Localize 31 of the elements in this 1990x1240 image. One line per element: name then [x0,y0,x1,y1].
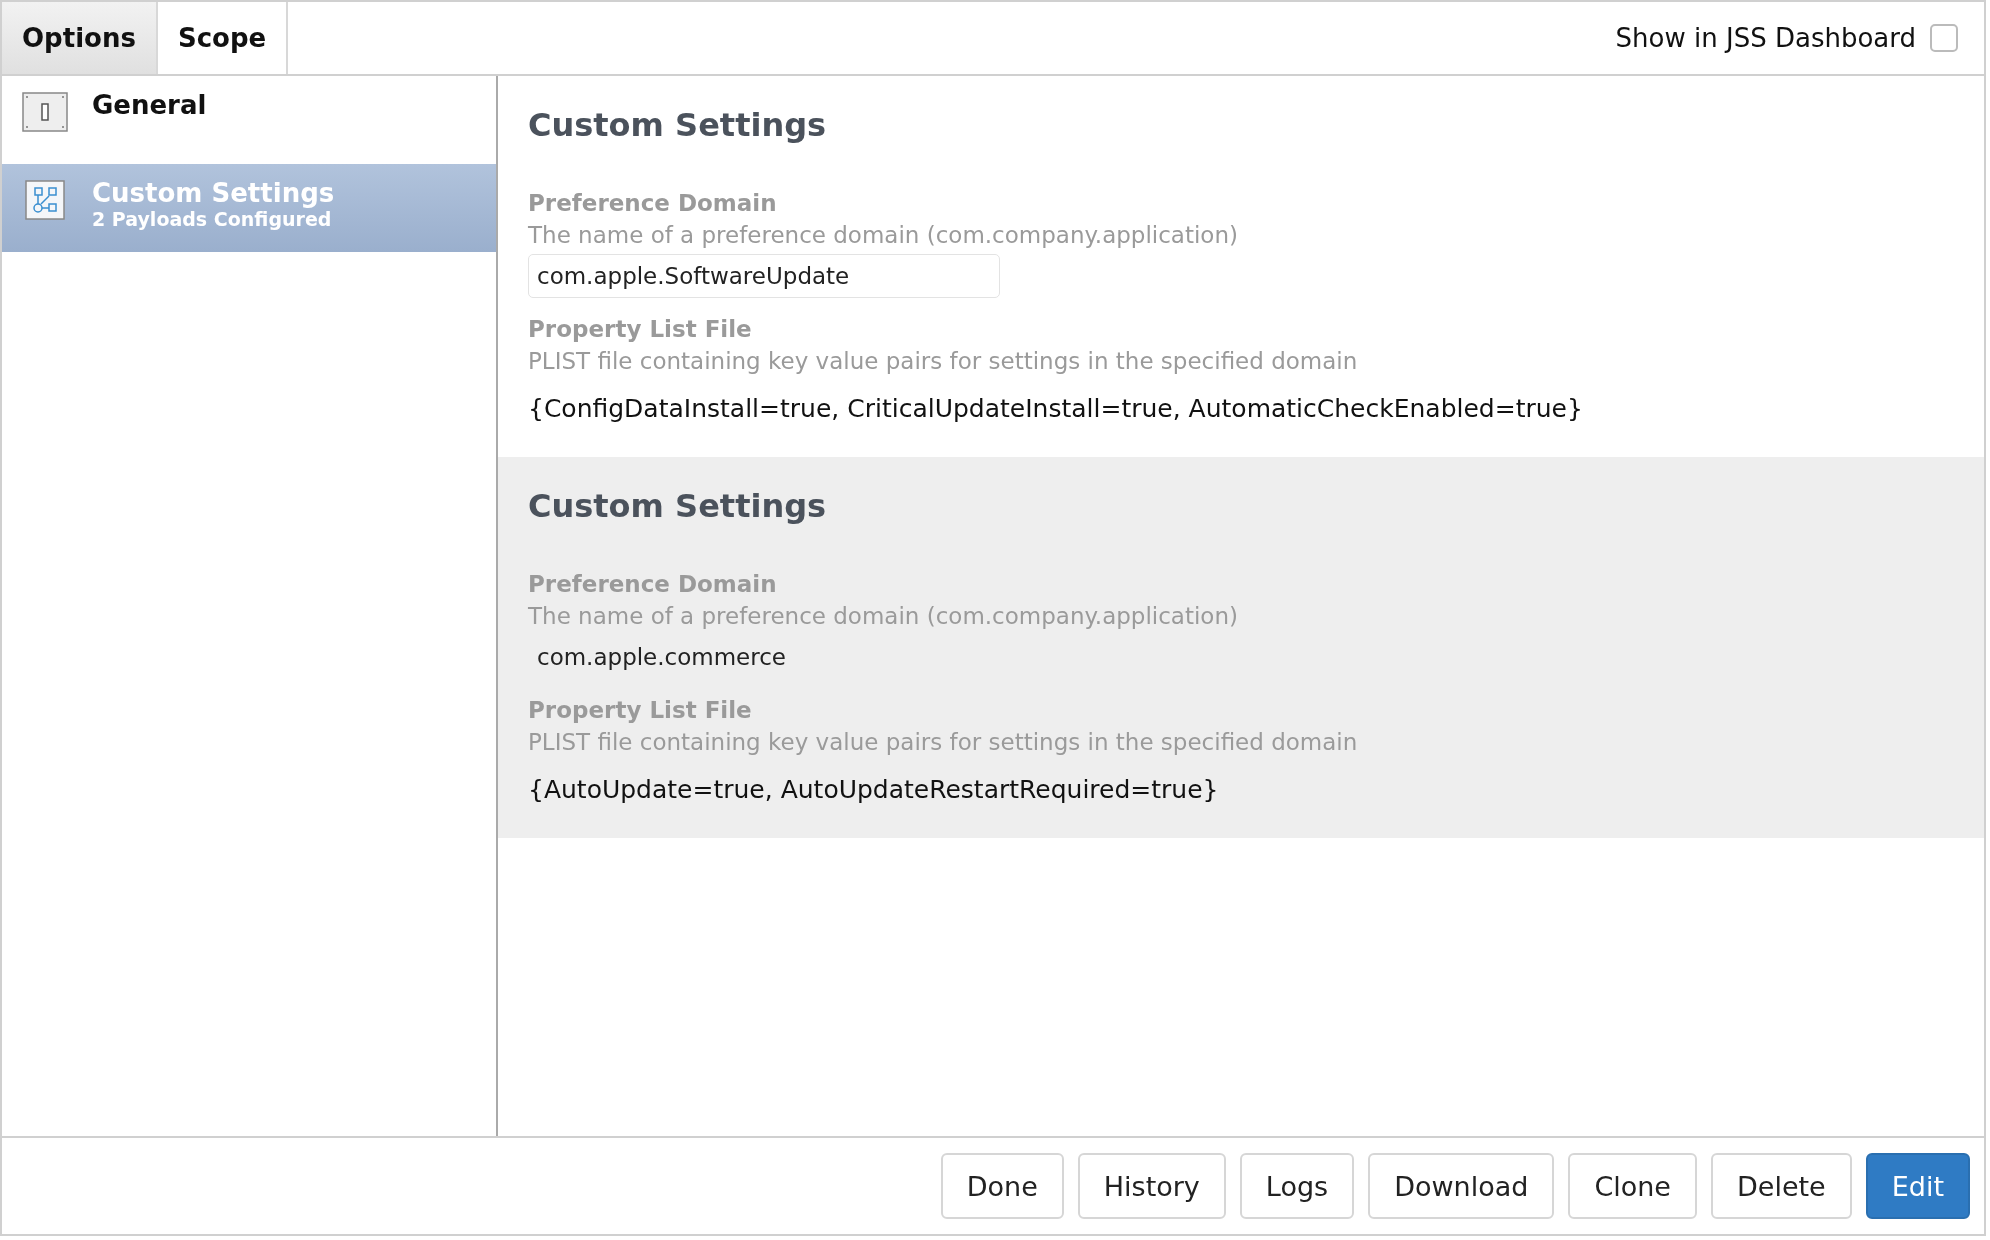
field-label: Property List File [528,316,753,342]
field-label: Property List File [528,697,753,723]
field-description: PLIST file containing key value pairs for settings in the specified domain [528,348,1359,374]
action-button[interactable]: Download [1368,1153,1555,1219]
plist-value: {AutoUpdate=true, AutoUpdateRestartRequired=true} [528,775,1220,804]
sidebar-item-subtitle: 2 Payloads Configured [92,208,333,230]
light-switch-icon [22,92,68,132]
field-description: PLIST file containing key value pairs for settings in the specified domain [528,729,1359,755]
field-label: Preference Domain [528,190,778,216]
tab[interactable]: Scope [157,2,289,74]
input-field[interactable]: com.apple.SoftwareUpdate [528,254,1000,298]
checkbox-label: Show in JSS Dashboard [1615,23,1916,53]
action-button[interactable]: Clone [1568,1153,1697,1219]
field-label: Preference Domain [528,571,778,597]
field-value: com.apple.commerce [536,643,787,672]
action-button[interactable]: History [1077,1153,1226,1219]
field-description: The name of a preference domain (com.company.application) [528,222,1239,248]
tab[interactable]: Options [2,2,158,74]
action-button[interactable]: Done [940,1153,1064,1219]
field-description: The name of a preference domain (com.company.application) [528,603,1239,629]
action-button[interactable]: Delete [1711,1153,1852,1219]
plist-value: {ConfigDataInstall=true, CriticalUpdateInstall=true, AutomaticCheckEnabled=true} [528,394,1584,423]
checkbox[interactable] [1930,24,1958,52]
flowchart-icon [22,180,68,220]
section-heading: Custom Settings [528,106,828,144]
sidebar-item[interactable]: General [2,76,496,164]
sidebar-item-title: General [92,90,207,120]
action-button[interactable]: Logs [1239,1153,1355,1219]
section-heading: Custom Settings [528,487,828,525]
sidebar-item-title: Custom Settings [92,178,335,208]
action-button[interactable]: Edit [1865,1153,1970,1219]
